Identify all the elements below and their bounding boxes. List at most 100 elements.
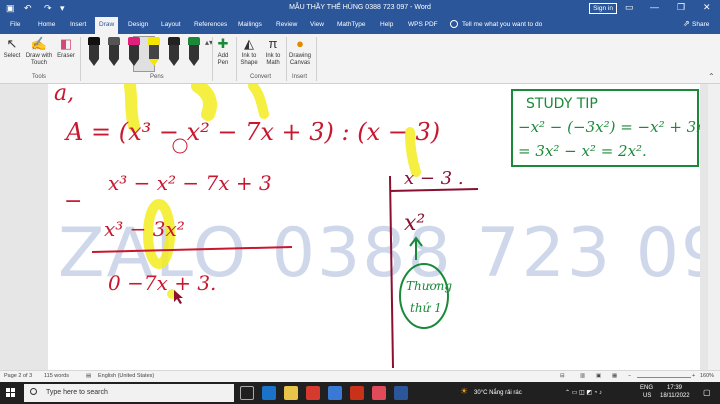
tab-references[interactable]: References	[194, 21, 227, 28]
tell-me-search[interactable]: Tell me what you want to do	[462, 21, 542, 28]
ribbon-display-options-icon[interactable]: ▭	[625, 2, 634, 13]
sign-in-button[interactable]: Sign in	[589, 3, 617, 14]
tab-help[interactable]: Help	[380, 21, 393, 28]
pens-group-label: Pens	[150, 74, 164, 80]
tab-design[interactable]: Design	[128, 21, 148, 28]
study-tip-line2: = 3x² − x² = 2x².	[518, 142, 647, 160]
weather-icon[interactable]: ☀	[460, 386, 468, 397]
divisor: x − 3 .	[404, 168, 464, 189]
tab-mailings[interactable]: Mailings	[238, 21, 262, 28]
input-region[interactable]: US	[643, 393, 651, 399]
tab-review[interactable]: Review	[276, 21, 297, 28]
vertical-scrollbar[interactable]	[708, 84, 720, 370]
ink-to-math-label: Ink to Math	[265, 53, 281, 66]
edge-icon[interactable]	[262, 386, 276, 400]
drawing-canvas-button[interactable]: ● Drawing Canvas	[287, 37, 313, 67]
part-label: a,	[54, 84, 74, 106]
zoom-level[interactable]: 160%	[700, 373, 714, 379]
close-button[interactable]: ✕	[703, 2, 711, 13]
zoom-in-icon[interactable]: +	[692, 373, 695, 379]
pen-icon[interactable]	[108, 37, 120, 67]
tab-draw[interactable]: Draw	[95, 17, 119, 34]
notifications-icon[interactable]: ▢	[703, 388, 711, 397]
draw-with-touch-button[interactable]: ✍ Draw with Touch	[24, 37, 54, 67]
collapse-ribbon-icon[interactable]: ⌃	[708, 72, 715, 81]
tab-home[interactable]: Home	[38, 21, 55, 28]
note-circle	[399, 263, 449, 329]
chrome-icon[interactable]	[306, 386, 320, 400]
study-tip-title: STUDY TIP	[526, 96, 598, 112]
pen-icon[interactable]	[128, 37, 140, 67]
title-bar: ▣ ↶ ↷ ▾ MẪU THẦY THẾ HÙNG 0388 723 097 -…	[0, 0, 720, 17]
quotient-note-line2: thứ 1	[410, 301, 442, 315]
document-area[interactable]: ZALO 0388 723 091 a, A = (x³ − x² − 7x +…	[0, 84, 720, 370]
page-count[interactable]: Page 2 of 3	[4, 373, 32, 379]
highlight-stroke	[248, 84, 269, 119]
hand-pen-icon: ✍	[30, 36, 48, 51]
taskbar-search-placeholder: Type here to search	[46, 389, 108, 396]
app-icon[interactable]	[350, 386, 364, 400]
select-button[interactable]: ↖ Select	[3, 37, 21, 60]
share-button[interactable]: Share	[692, 21, 709, 28]
pen-icon[interactable]	[88, 37, 100, 67]
insert-group-label: Insert	[292, 74, 308, 80]
pi-icon: π	[268, 36, 278, 51]
eraser-icon: ◧	[59, 36, 73, 51]
read-mode-icon[interactable]: ▥	[580, 373, 585, 379]
problem-statement: A = (x³ − x² − 7x + 3) : (x − 3)	[64, 118, 440, 146]
focus-icon[interactable]: ⊟	[560, 373, 565, 379]
proofing-icon[interactable]: ▤	[86, 373, 91, 379]
tab-mathtype[interactable]: MathType	[337, 21, 366, 28]
tab-wps-pdf[interactable]: WPS PDF	[408, 21, 438, 28]
weather-text[interactable]: 30°C Nắng rải rác	[474, 390, 522, 396]
group-divider	[236, 37, 237, 81]
group-divider	[80, 37, 81, 81]
add-pen-button[interactable]: ✚ Add Pen	[214, 37, 232, 67]
tray-icons[interactable]: ⌃ ▭ ◫ ◩ ◔ ♪	[565, 389, 602, 396]
group-divider	[212, 37, 213, 81]
clock-time[interactable]: 17:39	[667, 385, 682, 391]
quotient: x²	[404, 211, 425, 236]
pen-icon[interactable]	[188, 37, 200, 67]
ink-to-shape-button[interactable]: ◭ Ink to Shape	[238, 37, 260, 67]
zalo-icon[interactable]	[328, 386, 342, 400]
zoom-slider[interactable]	[637, 377, 691, 378]
taskbar-search-box[interactable]: Type here to search	[24, 384, 234, 402]
input-language[interactable]: ENG	[640, 385, 653, 391]
highlighter-icon[interactable]	[148, 37, 160, 67]
tab-insert[interactable]: Insert	[70, 21, 86, 28]
windows-start-icon[interactable]	[6, 388, 16, 398]
eraser-label: Eraser	[57, 53, 75, 59]
eraser-button[interactable]: ◧ Eraser	[56, 37, 76, 60]
restore-button[interactable]: ❐	[677, 2, 685, 13]
quotient-note-line1: Thương	[406, 279, 452, 293]
tab-file[interactable]: File	[10, 21, 20, 28]
word-count[interactable]: 115 words	[44, 373, 69, 379]
language-indicator[interactable]: English (United States)	[98, 373, 154, 379]
share-icon[interactable]: ⇗	[683, 19, 690, 28]
web-layout-icon[interactable]: ▦	[612, 373, 617, 379]
highlight-stroke	[191, 84, 217, 121]
word-icon[interactable]	[394, 386, 408, 400]
tab-view[interactable]: View	[310, 21, 324, 28]
task-view-icon[interactable]	[240, 386, 254, 400]
lightbulb-icon	[450, 20, 458, 28]
arrow-up-icon	[409, 236, 423, 260]
minimize-button[interactable]: —	[650, 2, 659, 12]
app-icon[interactable]	[372, 386, 386, 400]
green-ink: Thương thứ 1 STUDY TIP −x² − (−3x²) = −x…	[399, 89, 700, 329]
subtract-line: x³ − 3x²	[104, 217, 185, 241]
pen-icon[interactable]	[168, 37, 180, 67]
ink-drawing: a, A = (x³ − x² − 7x + 3) : (x − 3) x³ −…	[54, 84, 700, 369]
tools-group-label: Tools	[32, 74, 47, 80]
document-page[interactable]: ZALO 0388 723 091 a, A = (x³ − x² − 7x +…	[48, 84, 700, 370]
cursor-icon: ↖	[6, 36, 18, 51]
file-explorer-icon[interactable]	[284, 386, 298, 400]
zoom-out-icon[interactable]: −	[628, 373, 631, 379]
tab-layout[interactable]: Layout	[161, 21, 181, 28]
group-divider	[316, 37, 317, 81]
ink-to-math-button[interactable]: π Ink to Math	[262, 37, 284, 67]
clock-date[interactable]: 18/11/2022	[660, 393, 690, 399]
drawing-canvas-label: Drawing Canvas	[288, 53, 311, 66]
print-layout-icon[interactable]: ▣	[596, 373, 601, 379]
